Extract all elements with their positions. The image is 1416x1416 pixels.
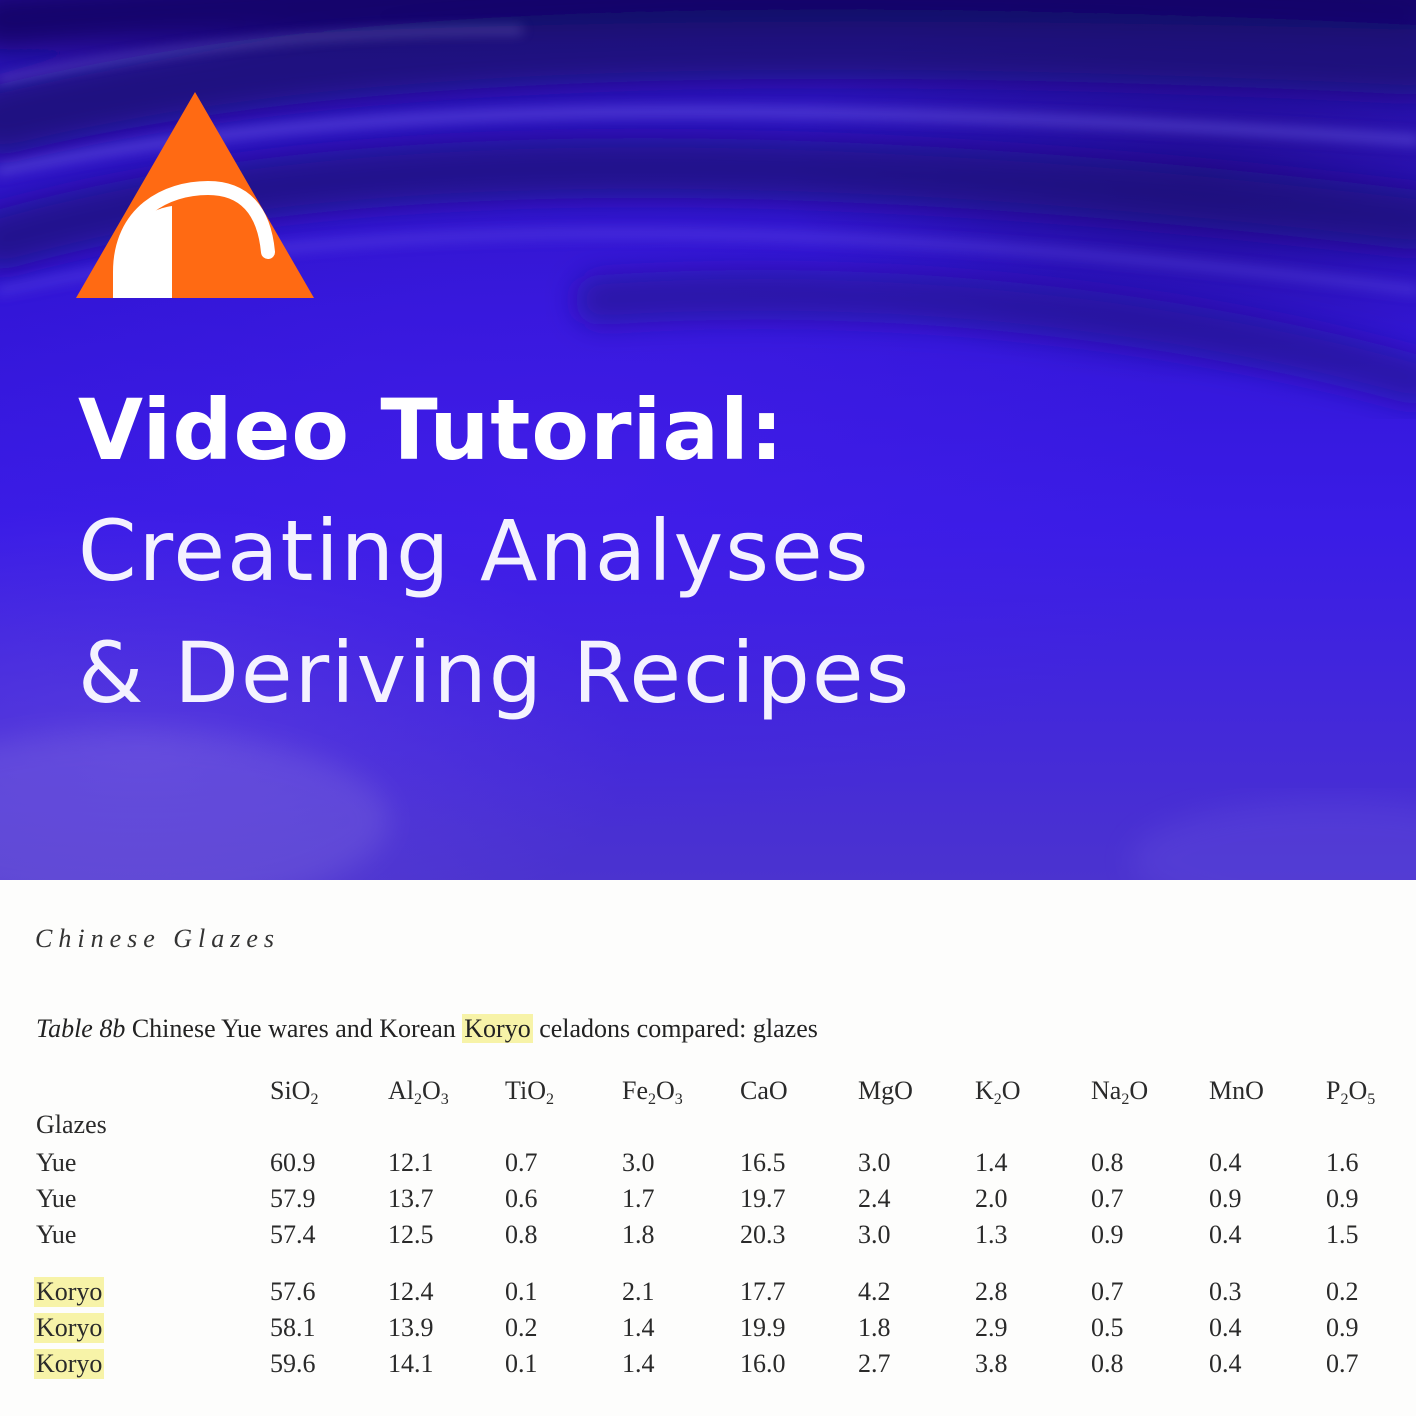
table-cell: 3.0 [622, 1148, 655, 1177]
table-cell: 1.5 [1326, 1220, 1359, 1249]
table-cell: 57.4 [270, 1220, 316, 1249]
table-cell: 0.1 [505, 1277, 538, 1306]
table-cell: 12.5 [388, 1220, 434, 1249]
table-cell: 0.7 [1326, 1349, 1359, 1378]
table-cell: 0.5 [1091, 1313, 1124, 1342]
column-header: Fe2O3 [622, 1076, 683, 1108]
table-cell: 1.8 [622, 1220, 655, 1249]
table-cell: 0.8 [1091, 1148, 1124, 1177]
row-label: Koryo [34, 1349, 105, 1379]
table-cell: 0.2 [505, 1313, 538, 1342]
table-cell: 1.8 [858, 1313, 891, 1342]
column-header: Na2O [1091, 1076, 1149, 1108]
table-cell: 0.4 [1209, 1148, 1242, 1177]
title-line-1: Video Tutorial: [78, 381, 785, 479]
column-header: MnO [1209, 1076, 1264, 1105]
table-cell: 20.3 [740, 1220, 786, 1249]
table-cell: 2.1 [622, 1277, 655, 1306]
table-cell: 2.9 [975, 1313, 1008, 1342]
table-cell: 58.1 [270, 1313, 316, 1342]
table-cell: 0.3 [1209, 1277, 1242, 1306]
table-cell: 0.4 [1209, 1349, 1242, 1378]
table-cell: 19.7 [740, 1184, 786, 1213]
table-cell: 1.4 [975, 1148, 1008, 1177]
table-cell: 2.8 [975, 1277, 1008, 1306]
table-cell: 2.4 [858, 1184, 891, 1213]
row-label: Koryo [34, 1277, 105, 1307]
table-cell: 16.0 [740, 1349, 786, 1378]
table-cell: 0.6 [505, 1184, 538, 1213]
row-label: Yue [36, 1148, 77, 1177]
table-cell: 0.1 [505, 1349, 538, 1378]
table-cell: 12.1 [388, 1148, 434, 1177]
table-cell: 59.6 [270, 1349, 316, 1378]
table-cell: 13.7 [388, 1184, 434, 1213]
column-header: Al2O3 [388, 1076, 449, 1108]
table-cell: 1.7 [622, 1184, 655, 1213]
row-label: Yue [36, 1220, 77, 1249]
table-cell: 19.9 [740, 1313, 786, 1342]
logo-icon [76, 92, 314, 305]
row-group-label: Glazes [36, 1110, 107, 1139]
table-cell: 1.4 [622, 1313, 655, 1342]
column-header: MgO [858, 1076, 913, 1105]
row-label: Koryo [34, 1313, 105, 1343]
table-cell: 14.1 [388, 1349, 434, 1378]
table-cell: 0.2 [1326, 1277, 1359, 1306]
table-cell: 1.3 [975, 1220, 1008, 1249]
table-cell: 16.5 [740, 1148, 786, 1177]
table-cell: 0.4 [1209, 1220, 1242, 1249]
table-cell: 12.4 [388, 1277, 434, 1306]
table-cell: 0.9 [1209, 1184, 1242, 1213]
table-cell: 0.9 [1326, 1184, 1359, 1213]
table-cell: 3.8 [975, 1349, 1008, 1378]
glaze-table: Glazes SiO2 Al2O3 TiO2 Fe2O3 CaO MgO K2O Na2O Mn… [0, 880, 1416, 1416]
table-cell: 57.6 [270, 1277, 316, 1306]
table-cell: 0.8 [505, 1220, 538, 1249]
book-page-excerpt: Chinese Glazes Table 8b Chinese Yue ware… [0, 880, 1416, 1416]
table-cell: 1.4 [622, 1349, 655, 1378]
table-cell: 0.8 [1091, 1349, 1124, 1378]
table-cell: 0.7 [505, 1148, 538, 1177]
table-cell: 3.0 [858, 1148, 891, 1177]
table-cell: 1.6 [1326, 1148, 1359, 1177]
table-cell: 0.9 [1326, 1313, 1359, 1342]
table-cell: 13.9 [388, 1313, 434, 1342]
table-cell: 0.7 [1091, 1184, 1124, 1213]
table-cell: 2.0 [975, 1184, 1008, 1213]
hero-banner: Video Tutorial: Creating Analyses & Deri… [0, 0, 1416, 880]
column-header: TiO2 [505, 1076, 554, 1108]
column-header: K2O [975, 1076, 1021, 1108]
column-header: SiO2 [270, 1076, 319, 1108]
table-cell: 4.2 [858, 1277, 891, 1306]
table-cell: 0.9 [1091, 1220, 1124, 1249]
title-line-3: & Deriving Recipes [78, 624, 912, 722]
column-header: P2O5 [1326, 1076, 1376, 1108]
table-cell: 2.7 [858, 1349, 891, 1378]
table-cell: 3.0 [858, 1220, 891, 1249]
table-cell: 60.9 [270, 1148, 316, 1177]
table-cell: 17.7 [740, 1277, 786, 1306]
table-cell: 0.7 [1091, 1277, 1124, 1306]
table-cell: 0.4 [1209, 1313, 1242, 1342]
title-block: Video Tutorial: Creating Analyses & Deri… [78, 370, 911, 734]
table-cell: 57.9 [270, 1184, 316, 1213]
row-label: Yue [36, 1184, 77, 1213]
title-line-2: Creating Analyses [78, 502, 871, 600]
column-header: CaO [740, 1076, 788, 1105]
